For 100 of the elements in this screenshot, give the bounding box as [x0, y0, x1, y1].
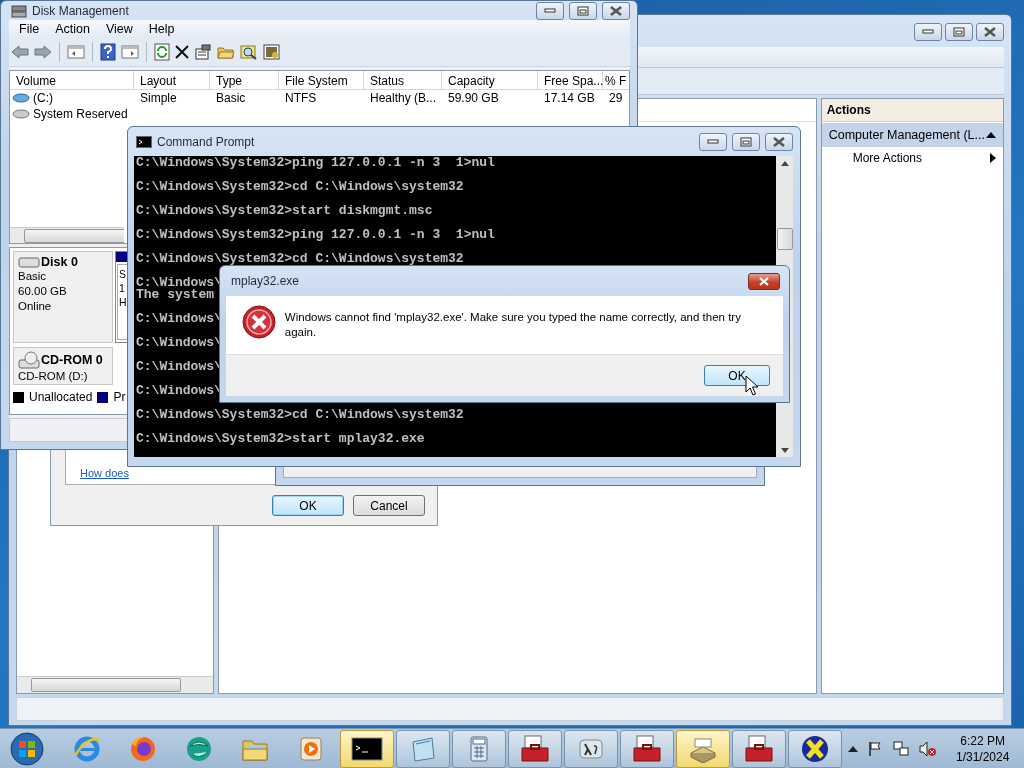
disk-info: CD-ROM (D:)	[18, 369, 89, 384]
horizontal-scrollbar[interactable]	[17, 676, 213, 693]
console-line: C:\Windows\System32>cd C:\Windows\system32	[136, 253, 464, 265]
disk-drive-icon	[18, 256, 40, 268]
toolbox-icon	[743, 733, 775, 764]
window-title: Command Prompt	[157, 134, 255, 149]
console-icon	[136, 135, 152, 148]
menu-item[interactable]: Help	[140, 21, 183, 37]
table-cell: 59.90 GB	[448, 91, 499, 105]
help-link[interactable]: How does	[80, 467, 129, 479]
close-button[interactable]	[748, 272, 780, 290]
cd-drive-icon	[18, 351, 40, 369]
dialog-button[interactable]: Cancel	[353, 495, 425, 516]
folder-icon[interactable]	[217, 44, 235, 60]
taskbar-button[interactable]	[788, 729, 842, 768]
show-hidden-icons-icon[interactable]	[848, 745, 858, 752]
table-cell: Simple	[140, 91, 177, 105]
drive-icon	[12, 93, 30, 103]
toolbox-icon	[631, 733, 663, 764]
search-icon[interactable]	[240, 44, 258, 60]
forward-icon[interactable]	[34, 44, 52, 60]
panel-icon[interactable]	[67, 44, 85, 60]
minimize-button[interactable]	[699, 132, 727, 151]
volume-muted-icon[interactable]	[919, 740, 937, 757]
table-cell: 29	[609, 91, 623, 105]
maximize-button[interactable]	[732, 132, 760, 151]
horizontal-scrollbar[interactable]	[10, 227, 124, 243]
console-line: C:\Windows\System32>start diskmgmt.msc	[136, 205, 433, 217]
action-item[interactable]: More Actions	[821, 147, 1003, 169]
column-header[interactable]: Capacity	[442, 71, 538, 89]
close-button[interactable]	[602, 1, 630, 20]
console-line: C:\Windows\System32>start mplay32.exe	[136, 433, 425, 445]
submenu-arrow-icon	[990, 153, 996, 163]
disk-info: 60.00 GB	[18, 284, 68, 299]
error-icon	[242, 305, 276, 339]
taskbar-button[interactable]	[732, 729, 786, 768]
legend-label: Unallocated	[29, 390, 93, 404]
column-header[interactable]: Status	[364, 71, 442, 89]
error-message: Windows cannot find 'mplay32.exe'. Make sure you typed the name correctly, and then try again.	[284, 310, 742, 340]
close-icon	[772, 136, 786, 147]
console-line: C:\Windows\	[136, 313, 222, 325]
menu-item[interactable]: View	[97, 21, 141, 37]
properties-icon[interactable]	[194, 44, 212, 60]
close-button[interactable]	[976, 23, 1004, 41]
clock-time: 6:22 PM	[960, 732, 1006, 749]
console-line: C:\Windows\System32>cd C:\Windows\system32	[136, 181, 464, 193]
x-logo-icon	[800, 733, 830, 764]
column-header[interactable]: Type	[210, 71, 279, 89]
menu-item[interactable]: File	[11, 21, 48, 37]
disk-info: Basic	[18, 269, 48, 284]
taskbar-button[interactable]	[620, 729, 674, 768]
actions-header: Actions	[821, 99, 1003, 122]
cursor-icon	[745, 375, 759, 396]
dialog-button[interactable]: OK	[272, 495, 344, 516]
console-line: C:\Windows\System32>ping 127.0.0.1 -n 3 1>nul	[136, 157, 495, 169]
close-button[interactable]	[765, 132, 793, 151]
minimize-button[interactable]	[536, 1, 564, 20]
scroll-thumb[interactable]	[776, 228, 793, 250]
maximize-button[interactable]	[945, 23, 973, 41]
partition-info: H	[119, 295, 127, 309]
legend-label: Pr	[113, 390, 126, 404]
taskbar-button[interactable]	[340, 729, 394, 768]
settings-icon[interactable]	[263, 44, 281, 60]
console-line: C:\Windows\System32>ping 127.0.0.1 -n 3 1>nul	[136, 229, 495, 241]
table-cell: Healthy (B...	[370, 91, 437, 105]
column-header[interactable]: File System	[279, 71, 364, 89]
partition-info: S	[119, 267, 126, 281]
ok-button[interactable]: OK	[704, 365, 770, 386]
column-header[interactable]: % F	[603, 71, 629, 89]
table-cell: 17.14 GB	[544, 91, 595, 105]
menu-item[interactable]: Action	[47, 21, 98, 37]
back-icon[interactable]	[11, 44, 29, 60]
column-header[interactable]: Volume	[10, 71, 134, 89]
table-cell: System Reserved	[33, 107, 128, 121]
restore-icon	[577, 5, 589, 16]
delete-icon[interactable]	[175, 45, 189, 59]
panel-icon[interactable]	[121, 44, 139, 60]
column-header[interactable]: Free Spa...	[538, 71, 603, 89]
disk-info: Online	[18, 299, 53, 314]
terminal-icon	[351, 736, 383, 761]
dialog-title: mplay32.exe	[231, 274, 300, 288]
flag-icon[interactable]	[867, 740, 883, 757]
toolbox-icon	[519, 733, 551, 764]
help-icon[interactable]	[100, 43, 116, 61]
console-line: C:\Windows\	[136, 277, 222, 289]
taskbar-button[interactable]	[508, 729, 562, 768]
scroll-up-icon[interactable]	[780, 161, 789, 166]
clock[interactable]: 6:22 PM 1/31/2024	[956, 732, 1010, 765]
scroll-down-icon[interactable]	[780, 448, 789, 453]
actions-section[interactable]: Computer Management (L...	[821, 123, 1003, 147]
drive-icon	[12, 109, 30, 119]
console-line: C:\Windows\	[136, 361, 222, 373]
column-header[interactable]: Layout	[134, 71, 210, 89]
maximize-button[interactable]	[569, 1, 597, 20]
minimize-button[interactable]	[914, 23, 942, 41]
window-title: Disk Management	[32, 3, 129, 18]
restore-icon	[740, 136, 752, 147]
refresh-icon[interactable]	[154, 43, 170, 61]
network-icon[interactable]	[892, 740, 910, 757]
table-cell: Basic	[216, 91, 246, 105]
